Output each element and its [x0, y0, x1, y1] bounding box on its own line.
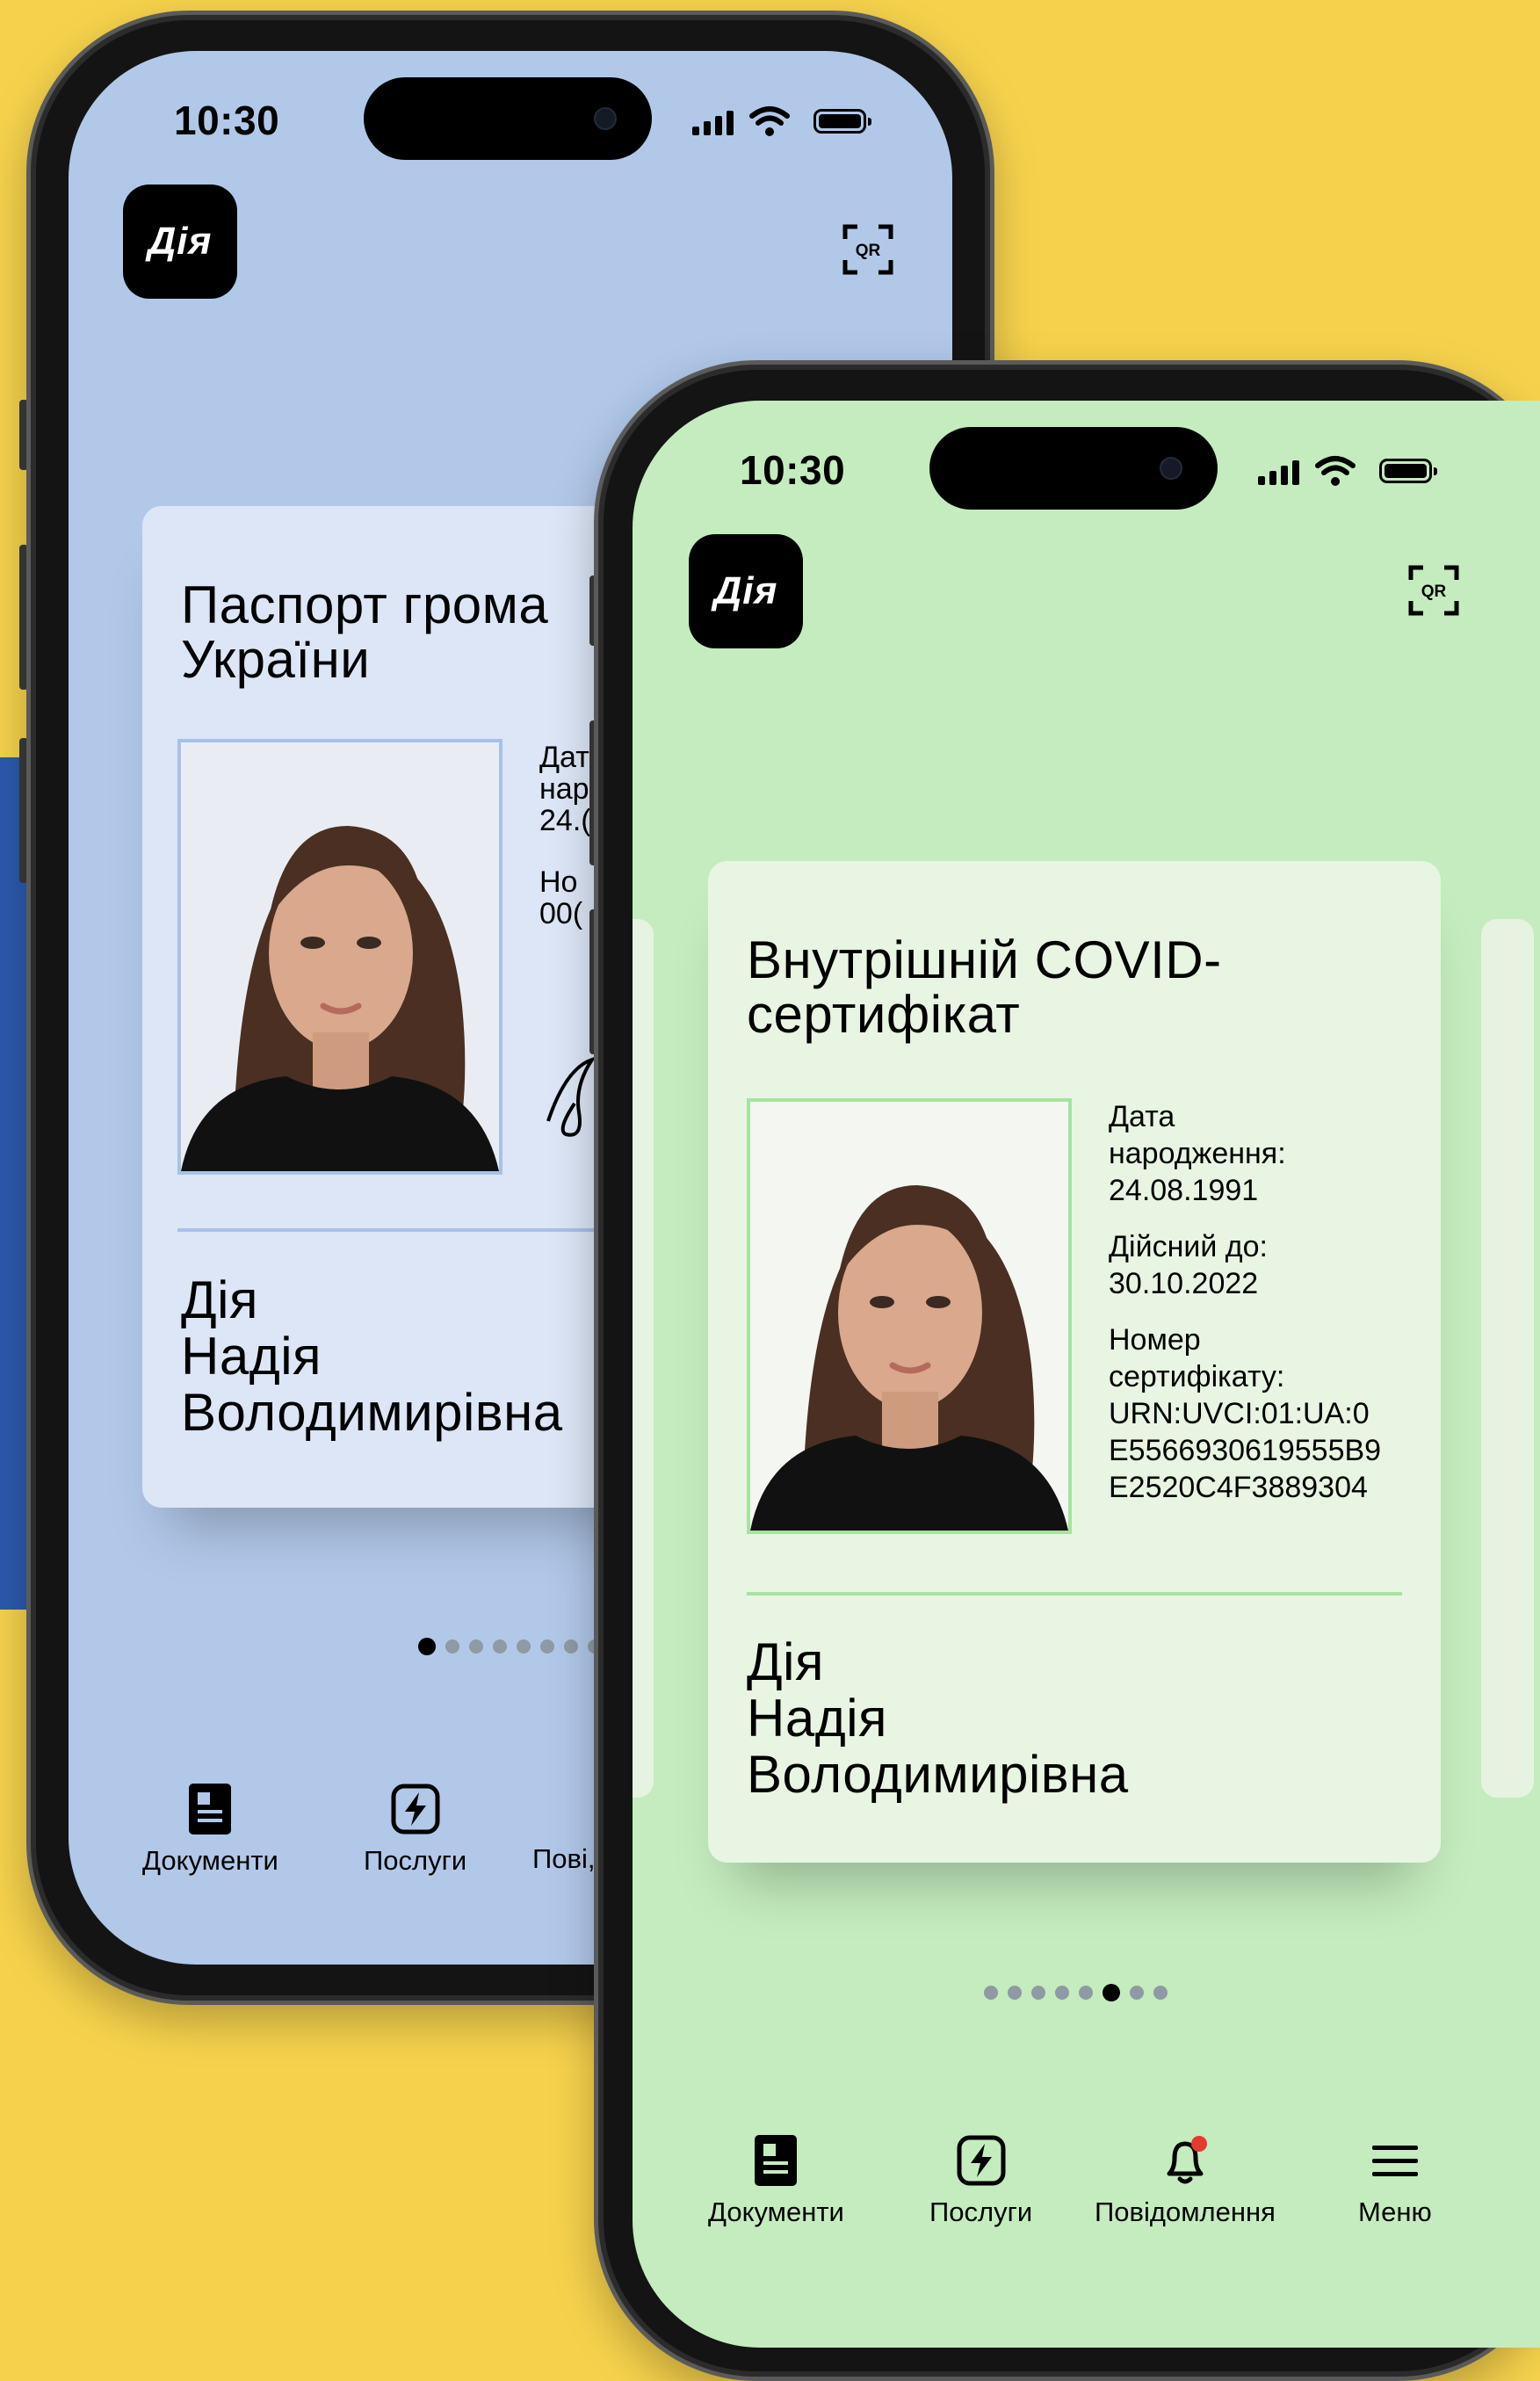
valid-until-value: 30.10.2022: [1109, 1267, 1259, 1300]
phone2-services-icon: [957, 2135, 1006, 2186]
svg-text:QR: QR: [856, 242, 881, 260]
phone2-status-time: 10:30: [740, 447, 846, 493]
phone2-battery-icon: [1379, 459, 1437, 483]
phone1-qr-scan-icon: QR: [842, 224, 893, 275]
phone1-holder-name: Дія Надія Володимирівна: [181, 1270, 563, 1442]
phone1-battery-icon: [813, 109, 871, 134]
phone1-camera-icon: [594, 107, 617, 130]
phone2-card-divider: [747, 1592, 1402, 1596]
phone1-qr-scan-button[interactable]: QR: [842, 223, 894, 276]
phone2-qr-scan-icon: QR: [1408, 565, 1459, 616]
phone2-signal-icon: [1258, 460, 1299, 485]
phone2-nav-documents[interactable]: Документи: [708, 2133, 844, 2228]
phone2-page-indicator[interactable]: [984, 1984, 1168, 2001]
phone2-menu-icon: [1371, 2146, 1418, 2176]
phone1-nav-notifications[interactable]: Пові,: [532, 1843, 596, 1875]
phone2-notifications-bell-icon: [1167, 2136, 1207, 2184]
svg-text:QR: QR: [1421, 583, 1447, 601]
phone2-camera-icon: [1160, 457, 1182, 480]
birth-date-value: 24.08.1991: [1109, 1174, 1259, 1207]
phone2-nav-menu[interactable]: Меню: [1358, 2133, 1432, 2228]
phone2-qr-scan-button[interactable]: QR: [1407, 564, 1460, 617]
phone2-wifi-icon: [1315, 456, 1356, 486]
phone2-previous-card-edge[interactable]: [633, 919, 654, 1798]
phone2-covid-certificate-card[interactable]: Внутрішній COVID- сертифікат Дата народж…: [708, 861, 1441, 1863]
phone1-nav-services[interactable]: Послуги: [364, 1782, 466, 1877]
certificate-number-label: Номер: [1109, 1323, 1201, 1357]
birth-date-label: Дата: [1109, 1100, 1175, 1133]
certificate-number-value: URN:UVCI:01:UA:0: [1109, 1397, 1370, 1430]
phone2-card-title: Внутрішній COVID- сертифікат: [747, 930, 1222, 1044]
phone1-app-logo[interactable]: Дія: [123, 185, 237, 299]
phone1-status-time: 10:30: [174, 98, 280, 143]
phone1-signal-icon: [692, 111, 734, 135]
phone1-nav-documents[interactable]: Документи: [142, 1782, 278, 1877]
valid-until-label: Дійсний до:: [1109, 1230, 1268, 1263]
phone1-card-info: Дат нар 24.( Но 00(: [539, 741, 591, 930]
phone2-card-info: Дата народження: 24.08.1991 Дійсний до: …: [1109, 1100, 1382, 1504]
phone1-card-title: Паспорт грома України: [181, 575, 549, 689]
phone1-portrait-photo: [177, 739, 502, 1175]
phone1-page-indicator[interactable]: [418, 1638, 602, 1655]
phone1-documents-icon: [189, 1784, 232, 1835]
phone2-nav-notifications[interactable]: Повідомлення: [1095, 2133, 1276, 2228]
phone1-wifi-icon: [749, 106, 790, 136]
phone2-screen: 10:30 Дія QR Внутрішній COVID- сертифіка…: [633, 401, 1540, 2348]
phone1-dynamic-island: [364, 77, 652, 160]
phone1-services-icon: [391, 1784, 440, 1835]
phone2-dynamic-island: [929, 427, 1218, 510]
phone2-holder-name: Дія Надія Володимирівна: [747, 1632, 1129, 1804]
phone2-next-card-edge[interactable]: [1481, 919, 1534, 1798]
notification-badge-dot: [1190, 2136, 1207, 2152]
phone2-portrait-photo: [747, 1098, 1072, 1534]
phone2-nav-services[interactable]: Послуги: [929, 2133, 1032, 2228]
phone2-documents-icon: [755, 2135, 798, 2186]
phone2-app-logo[interactable]: Дія: [689, 534, 803, 648]
